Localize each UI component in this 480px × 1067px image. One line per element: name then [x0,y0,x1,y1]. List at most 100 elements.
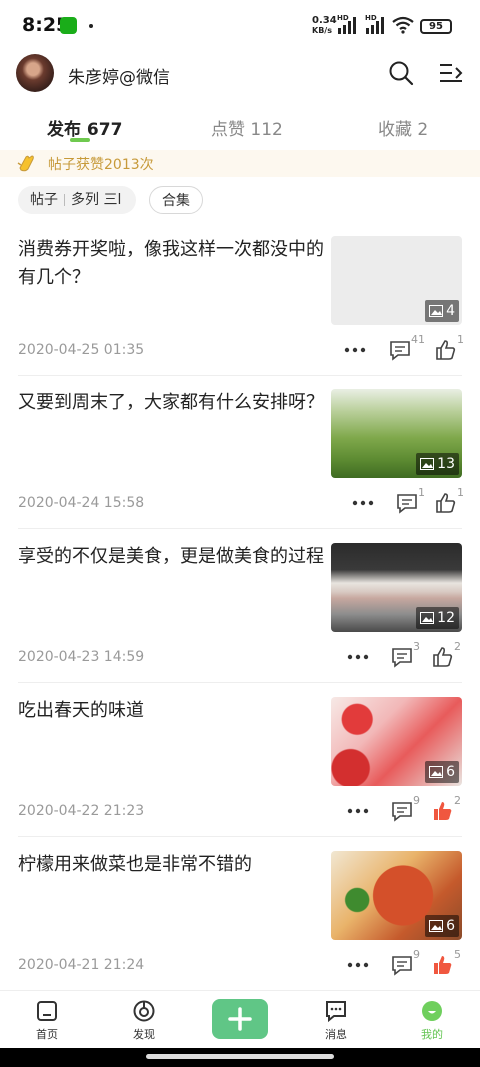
thumbs-up-filled-icon [434,956,452,974]
post-thumbnail[interactable]: 6 [331,697,462,786]
username: 朱彦婷@微信 [68,68,170,88]
more-icon[interactable] [347,654,369,660]
layout-filter-chip[interactable]: 帖子 多列 三l [18,186,136,214]
like-count: 5 [454,948,461,961]
post-date: 2020-04-24 15:58 [18,495,145,511]
like-count: 2 [454,794,461,807]
image-count-badge: 12 [416,607,459,629]
like-stat[interactable]: 1 [435,333,464,363]
post-thumbnail[interactable]: 13 [331,389,462,478]
nav-discover[interactable]: 发现 [114,997,174,1042]
post-date: 2020-04-21 21:24 [18,957,145,973]
wechat-notification-icon [60,17,77,34]
image-count: 4 [446,303,455,319]
image-count-badge: 6 [425,915,459,937]
post-item[interactable]: 柠檬用来做菜也是非常不错的 6 2020-04-21 21:24 9 5 [0,851,480,1005]
comment-stat[interactable]: 41 [389,333,425,363]
plus-icon [228,1007,252,1031]
comment-count: 9 [413,948,420,961]
notification-dot-icon [89,24,93,28]
image-count-badge: 6 [425,761,459,783]
home-indicator[interactable] [146,1054,334,1059]
net-speed: 0.34 KB/s [312,16,337,36]
post-thumbnail[interactable]: 4 [331,236,462,325]
profile-header: 朱彦婷@微信 [0,52,480,96]
menu-icon[interactable] [438,60,464,86]
nav-home[interactable]: 首页 [17,997,77,1042]
discover-icon [133,1000,155,1022]
status-bar: 8:25 0.34 KB/s HD HD 95 [0,0,480,52]
image-count: 6 [446,918,455,934]
comment-count: 1 [418,486,425,499]
post-thumbnail[interactable]: 12 [331,543,462,632]
thumbs-up-icon [436,493,456,513]
image-icon [420,612,435,624]
like-stat[interactable]: 2 [432,640,461,670]
post-item[interactable]: 吃出春天的味道 6 2020-04-22 21:23 9 2 [0,697,480,851]
likes-banner[interactable]: 帖子获赞2013次 [0,150,480,177]
post-item[interactable]: 享受的不仅是美食，更是做美食的过程 12 2020-04-23 14:59 3 … [0,543,480,697]
image-icon [429,766,444,778]
comment-icon [392,648,412,668]
nav-home-label: 首页 [36,1028,58,1041]
more-icon[interactable] [352,500,374,506]
nav-me[interactable]: 我的 [402,997,462,1042]
image-icon [429,305,444,317]
post-title: 柠檬用来做菜也是非常不错的 [18,854,252,875]
comment-count: 41 [411,333,425,346]
comment-icon [392,956,412,976]
create-post-button[interactable] [212,999,268,1039]
wifi-icon [392,16,414,34]
home-icon [37,1001,57,1021]
post-title: 消费券开奖啦，像我这样一次都没中的有几个？ [18,239,324,288]
post-thumbnail[interactable]: 6 [331,851,462,940]
tab-indicator [70,138,90,142]
divider [18,375,462,376]
divider [18,682,462,683]
comment-stat[interactable]: 3 [391,640,420,670]
like-count: 1 [457,486,464,499]
image-count: 13 [437,456,455,472]
like-count: 2 [454,640,461,653]
nav-me-label: 我的 [421,1028,443,1041]
chip-layout-label: 多列 三l [71,192,122,208]
comment-stat[interactable]: 1 [396,486,425,516]
tab-likes[interactable]: 点赞 112 [211,115,283,140]
tab-favorites[interactable]: 收藏 2 [378,115,428,140]
comment-stat[interactable]: 9 [391,794,420,824]
like-count: 1 [457,333,464,346]
more-icon[interactable] [347,808,369,814]
system-gesture-bar [0,1048,480,1067]
thumbs-up-filled-icon [434,802,452,820]
nav-messages[interactable]: 消息 [306,997,366,1042]
like-stat[interactable]: 2 [432,794,461,824]
battery-icon: 95 [420,19,452,34]
likes-banner-text: 帖子获赞2013次 [48,157,154,173]
hd-badge-2: HD [365,14,377,22]
post-item[interactable]: 消费券开奖啦，像我这样一次都没中的有几个？ 4 2020-04-25 01:35… [0,236,480,390]
tab-posts[interactable]: 发布 677 [47,115,122,140]
nav-messages-label: 消息 [325,1028,347,1041]
message-icon [326,1001,346,1023]
comment-stat[interactable]: 9 [391,948,420,978]
like-stat[interactable]: 5 [432,948,461,978]
image-count-badge: 13 [416,453,459,475]
like-stat[interactable]: 1 [435,486,464,516]
image-count: 12 [437,610,455,626]
comment-count: 3 [413,640,420,653]
more-icon[interactable] [344,347,366,353]
avatar[interactable] [16,54,54,92]
post-title: 又要到周末了，大家都有什么安排呀？ [18,392,324,413]
bottom-nav: 首页 发现 消息 我的 [0,990,480,1048]
search-icon[interactable] [388,60,414,86]
divider [18,836,462,837]
chip-posts-label: 帖子 [30,192,58,208]
post-item[interactable]: 又要到周末了，大家都有什么安排呀？ 13 2020-04-24 15:58 1 … [0,389,480,543]
post-date: 2020-04-22 21:23 [18,803,145,819]
comment-count: 9 [413,794,420,807]
image-count: 6 [446,764,455,780]
post-date: 2020-04-23 14:59 [18,649,145,665]
net-speed-value: 0.34 [312,15,337,26]
more-icon[interactable] [347,962,369,968]
collection-chip[interactable]: 合集 [149,186,203,214]
